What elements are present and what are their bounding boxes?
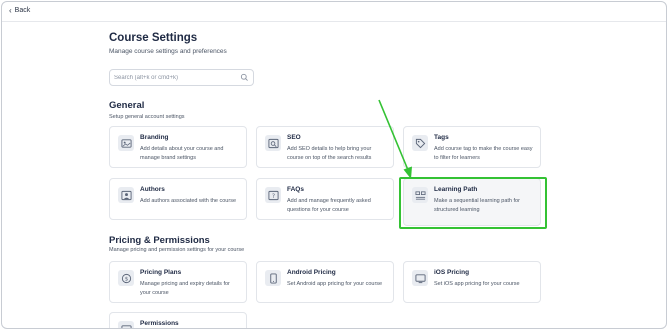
section-subtitle-general: Setup general account settings — [109, 114, 185, 120]
card-description: Add SEO details to help bring your cours… — [287, 146, 372, 161]
search-box[interactable] — [109, 69, 254, 86]
card-authors[interactable]: Authors Add authors associated with the … — [109, 178, 247, 220]
card-description: Make a sequential learning path for stru… — [434, 198, 520, 213]
svg-text:?: ? — [271, 192, 274, 199]
permissions-icon — [118, 321, 134, 328]
search-icon — [240, 73, 248, 81]
search-input[interactable] — [114, 72, 236, 84]
card-description: Add course tag to make the course easy t… — [434, 146, 533, 161]
card-title: Authors — [140, 186, 165, 193]
card-faqs[interactable]: ? FAQs Add and manage frequently asked q… — [256, 178, 394, 220]
card-title: Branding — [140, 134, 169, 141]
learning-path-icon — [412, 187, 428, 203]
card-permissions[interactable]: Permissions — [109, 312, 247, 328]
card-title: Tags — [434, 134, 449, 141]
card-description: Set Android app pricing for your course — [287, 281, 383, 287]
card-learning-path[interactable]: Learning Path Make a sequential learning… — [403, 178, 541, 226]
card-description: Manage pricing and expiry details for yo… — [140, 281, 230, 296]
card-pricing-plans[interactable]: $ Pricing Plans Manage pricing and expir… — [109, 261, 247, 303]
card-title: Permissions — [140, 320, 179, 327]
section-title-pricing: Pricing & Permissions — [109, 235, 210, 246]
app-window: ‹ Back Course Settings Manage course set… — [1, 1, 667, 329]
card-android-pricing[interactable]: Android Pricing Set Android app pricing … — [256, 261, 394, 303]
tag-icon — [412, 135, 428, 151]
card-tags[interactable]: Tags Add course tag to make the course e… — [403, 126, 541, 168]
card-title: iOS Pricing — [434, 269, 470, 276]
branding-icon — [118, 135, 134, 151]
back-label: Back — [14, 7, 31, 14]
pricing-plans-icon: $ — [118, 270, 134, 286]
top-bar: ‹ Back — [2, 2, 666, 22]
card-seo[interactable]: SEO Add SEO details to help bring your c… — [256, 126, 394, 168]
seo-icon — [265, 135, 281, 151]
card-title: SEO — [287, 134, 301, 141]
card-ios-pricing[interactable]: iOS Pricing Set iOS app pricing for your… — [403, 261, 541, 303]
card-title: FAQs — [287, 186, 304, 193]
card-description: Set iOS app pricing for your course — [434, 281, 520, 287]
card-description: Add authors associated with the course — [140, 198, 237, 204]
authors-icon — [118, 187, 134, 203]
android-icon — [265, 270, 281, 286]
card-title: Android Pricing — [287, 269, 336, 276]
card-description: Add and manage frequently asked question… — [287, 198, 371, 213]
card-title: Learning Path — [434, 186, 478, 193]
card-branding[interactable]: Branding Add details about your course a… — [109, 126, 247, 168]
chevron-left-icon: ‹ — [9, 6, 12, 15]
section-subtitle-pricing: Manage pricing and permission settings f… — [109, 247, 245, 253]
ios-icon — [412, 270, 428, 286]
back-button[interactable]: ‹ Back — [9, 6, 31, 15]
page-title: Course Settings — [109, 32, 198, 44]
section-title-general: General — [109, 100, 145, 111]
card-title: Pricing Plans — [140, 269, 182, 276]
faq-icon: ? — [265, 187, 281, 203]
card-description: Add details about your course and manage… — [140, 146, 224, 161]
svg-text:$: $ — [124, 276, 128, 282]
page-subtitle: Manage course settings and preferences — [109, 48, 227, 55]
